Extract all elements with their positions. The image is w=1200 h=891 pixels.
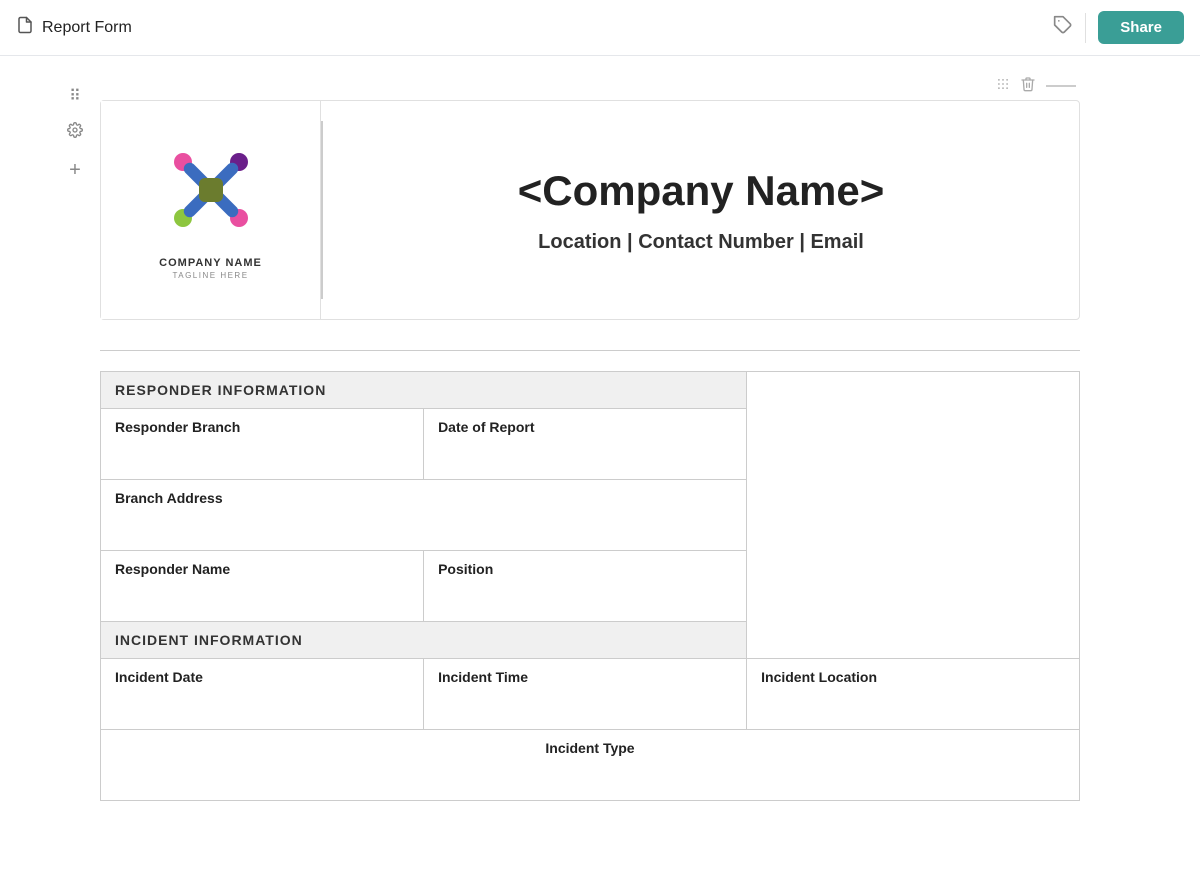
canvas-area: ⠿ +: [0, 56, 1200, 821]
responder-branch-label: Responder Branch: [115, 419, 409, 469]
position-label: Position: [438, 561, 732, 611]
incident-type-row: Incident Type: [101, 730, 1080, 801]
company-name-label: COMPANY NAME: [159, 257, 262, 269]
tagline-label: TAGLINE HERE: [172, 271, 248, 280]
branch-address-label: Branch Address: [115, 490, 732, 540]
topbar-left: Report Form: [16, 16, 132, 39]
header-section: COMPANY NAME TAGLINE HERE <Company Name>…: [100, 100, 1080, 320]
tag-icon[interactable]: [1053, 15, 1073, 40]
date-of-report-label: Date of Report: [438, 419, 732, 469]
responder-name-label: Responder Name: [115, 561, 409, 611]
drag-line: [1046, 85, 1076, 87]
company-logo: [161, 140, 261, 245]
incident-date-label: Incident Date: [115, 669, 409, 719]
responder-section-header-row: RESPONDER INFORMATION: [101, 372, 1080, 409]
incident-time-label: Incident Time: [438, 669, 732, 719]
delete-icon[interactable]: [1020, 76, 1036, 96]
header-info: <Company Name> Location | Contact Number…: [323, 101, 1079, 319]
left-toolbar: ⠿ +: [60, 76, 90, 801]
top-controls: [100, 76, 1080, 96]
settings-icon[interactable]: [67, 122, 83, 143]
drag-handle-icon[interactable]: ⠿: [69, 86, 81, 106]
incident-time-cell: Incident Time: [424, 659, 747, 730]
incident-date-cell: Incident Date: [101, 659, 424, 730]
form-table: RESPONDER INFORMATION Responder Branch D…: [100, 371, 1080, 801]
logo-box: COMPANY NAME TAGLINE HERE: [101, 101, 321, 319]
incident-section-header-row: INCIDENT INFORMATION: [101, 622, 1080, 659]
page-title: Report Form: [42, 19, 132, 37]
document: COMPANY NAME TAGLINE HERE <Company Name>…: [100, 76, 1080, 801]
responder-branch-row: Responder Branch Date of Report: [101, 409, 1080, 480]
grid-drag-icon[interactable]: [996, 77, 1010, 95]
document-icon: [16, 16, 34, 39]
incident-section-header: INCIDENT INFORMATION: [101, 622, 747, 659]
responder-section-header: RESPONDER INFORMATION: [101, 372, 747, 409]
branch-address-row: Branch Address: [101, 480, 1080, 551]
topbar-right: Share: [1053, 11, 1184, 44]
section-separator: [100, 350, 1080, 351]
responder-branch-cell: Responder Branch: [101, 409, 424, 480]
position-cell: Position: [424, 551, 747, 622]
responder-name-cell: Responder Name: [101, 551, 424, 622]
incident-type-cell: Incident Type: [101, 730, 1080, 801]
share-button[interactable]: Share: [1098, 11, 1184, 44]
date-of-report-cell: Date of Report: [424, 409, 747, 480]
responder-name-row: Responder Name Position: [101, 551, 1080, 622]
branch-address-cell: Branch Address: [101, 480, 747, 551]
incident-type-label: Incident Type: [115, 740, 1065, 790]
incident-location-label: Incident Location: [761, 669, 1065, 719]
incident-location-cell: Incident Location: [747, 659, 1080, 730]
incident-date-row: Incident Date Incident Time Incident Loc…: [101, 659, 1080, 730]
company-name-placeholder: <Company Name>: [518, 167, 884, 215]
company-contact: Location | Contact Number | Email: [538, 231, 864, 254]
topbar: Report Form Share: [0, 0, 1200, 56]
add-icon[interactable]: +: [69, 159, 81, 182]
